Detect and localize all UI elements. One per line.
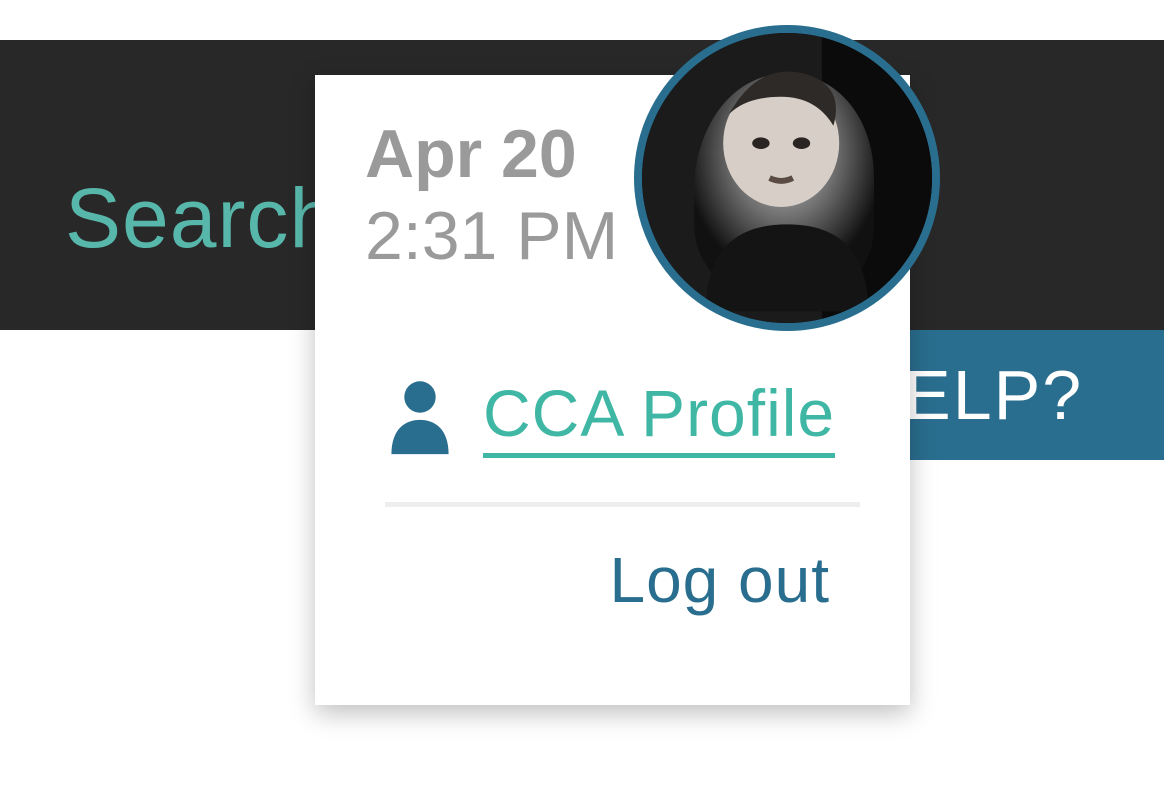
avatar-placeholder-icon bbox=[642, 33, 932, 323]
logout-link[interactable]: Log out bbox=[365, 543, 860, 617]
user-icon bbox=[385, 377, 455, 457]
profile-link[interactable]: CCA Profile bbox=[483, 375, 835, 458]
search-label[interactable]: Search bbox=[65, 170, 337, 267]
user-menu: Apr 20 2:31 PM CCA Pr bbox=[315, 75, 910, 705]
menu-divider bbox=[385, 502, 860, 507]
help-label: ELP? bbox=[904, 355, 1083, 435]
user-avatar[interactable] bbox=[634, 25, 940, 331]
profile-row[interactable]: CCA Profile bbox=[385, 375, 860, 458]
help-bar[interactable]: ELP? bbox=[884, 330, 1164, 460]
